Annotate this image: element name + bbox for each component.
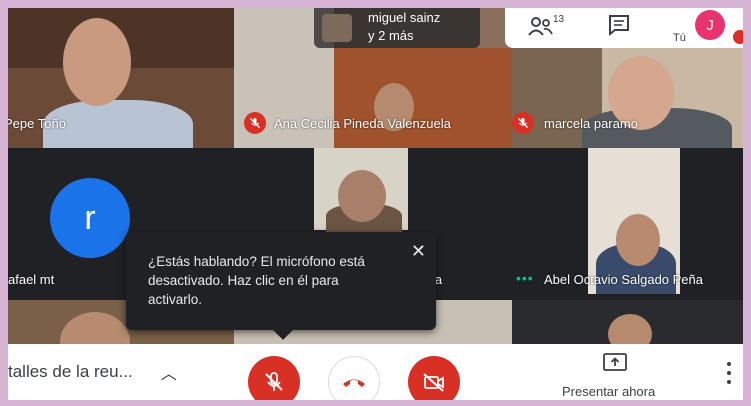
mic-off-icon — [265, 372, 283, 391]
participant-tile-row3-c[interactable] — [512, 300, 743, 348]
avatar: r — [50, 178, 130, 258]
participant-name: afael mt — [8, 272, 55, 287]
you-mic-off-badge — [733, 30, 743, 44]
meeting-stage: Pepe Toño Ana Cecilia Pineda Valenzuela … — [8, 8, 743, 400]
mic-muted-tooltip: ¿Estás hablando? El micrófono está desac… — [126, 232, 436, 340]
participant-name: Abel Octavio Salgado Peña — [544, 272, 703, 287]
presenter-chip[interactable]: miguel sainz y 2 más — [314, 8, 480, 48]
you-label: Tú — [673, 32, 686, 44]
more-vert-icon — [727, 362, 731, 367]
tooltip-text: ¿Estás hablando? El micrófono está desac… — [148, 254, 365, 307]
people-button[interactable]: 13 — [527, 12, 567, 42]
present-now-label: Presentar ahora — [562, 384, 656, 399]
mic-off-icon — [512, 112, 534, 134]
meeting-details-button[interactable]: talles de la reu... ︿ — [8, 354, 177, 390]
top-controls: 13 J Tú — [505, 8, 743, 48]
participant-name: Pepe Toño — [8, 116, 66, 131]
more-options-button[interactable] — [722, 360, 736, 386]
people-icon — [528, 17, 553, 36]
presenter-name: miguel sainz — [368, 10, 441, 25]
chat-button[interactable] — [607, 14, 637, 40]
presenter-avatar — [322, 14, 352, 42]
camera-toggle-button[interactable] — [408, 356, 460, 400]
bottom-toolbar: talles de la reu... ︿ Presentar ahora — [8, 344, 743, 400]
present-now-button[interactable]: Presentar ahora — [556, 346, 676, 400]
camera-off-icon — [423, 373, 444, 392]
close-icon[interactable]: ✕ — [411, 242, 426, 260]
participant-name: marcela paramo — [544, 116, 638, 131]
chevron-up-icon: ︿ — [160, 366, 177, 383]
you-avatar[interactable]: J — [695, 10, 725, 40]
mic-off-icon — [244, 112, 266, 134]
meeting-details-label: talles de la reu... — [8, 362, 133, 381]
mic-toggle-button[interactable] — [248, 356, 300, 400]
leave-call-button[interactable] — [328, 356, 380, 400]
chat-icon — [609, 15, 629, 37]
presenter-more: y 2 más — [368, 28, 414, 43]
participant-name: Ana Cecilia Pineda Valenzuela — [274, 116, 451, 131]
participant-tile-pepe[interactable]: Pepe Toño — [8, 8, 234, 148]
speaking-indicator-icon: ••• — [516, 270, 534, 286]
participant-count: 13 — [553, 14, 565, 25]
participant-tile-abel[interactable]: ••• Abel Octavio Salgado Peña — [512, 148, 743, 300]
hang-up-icon — [343, 379, 365, 387]
present-screen-icon — [603, 353, 627, 371]
